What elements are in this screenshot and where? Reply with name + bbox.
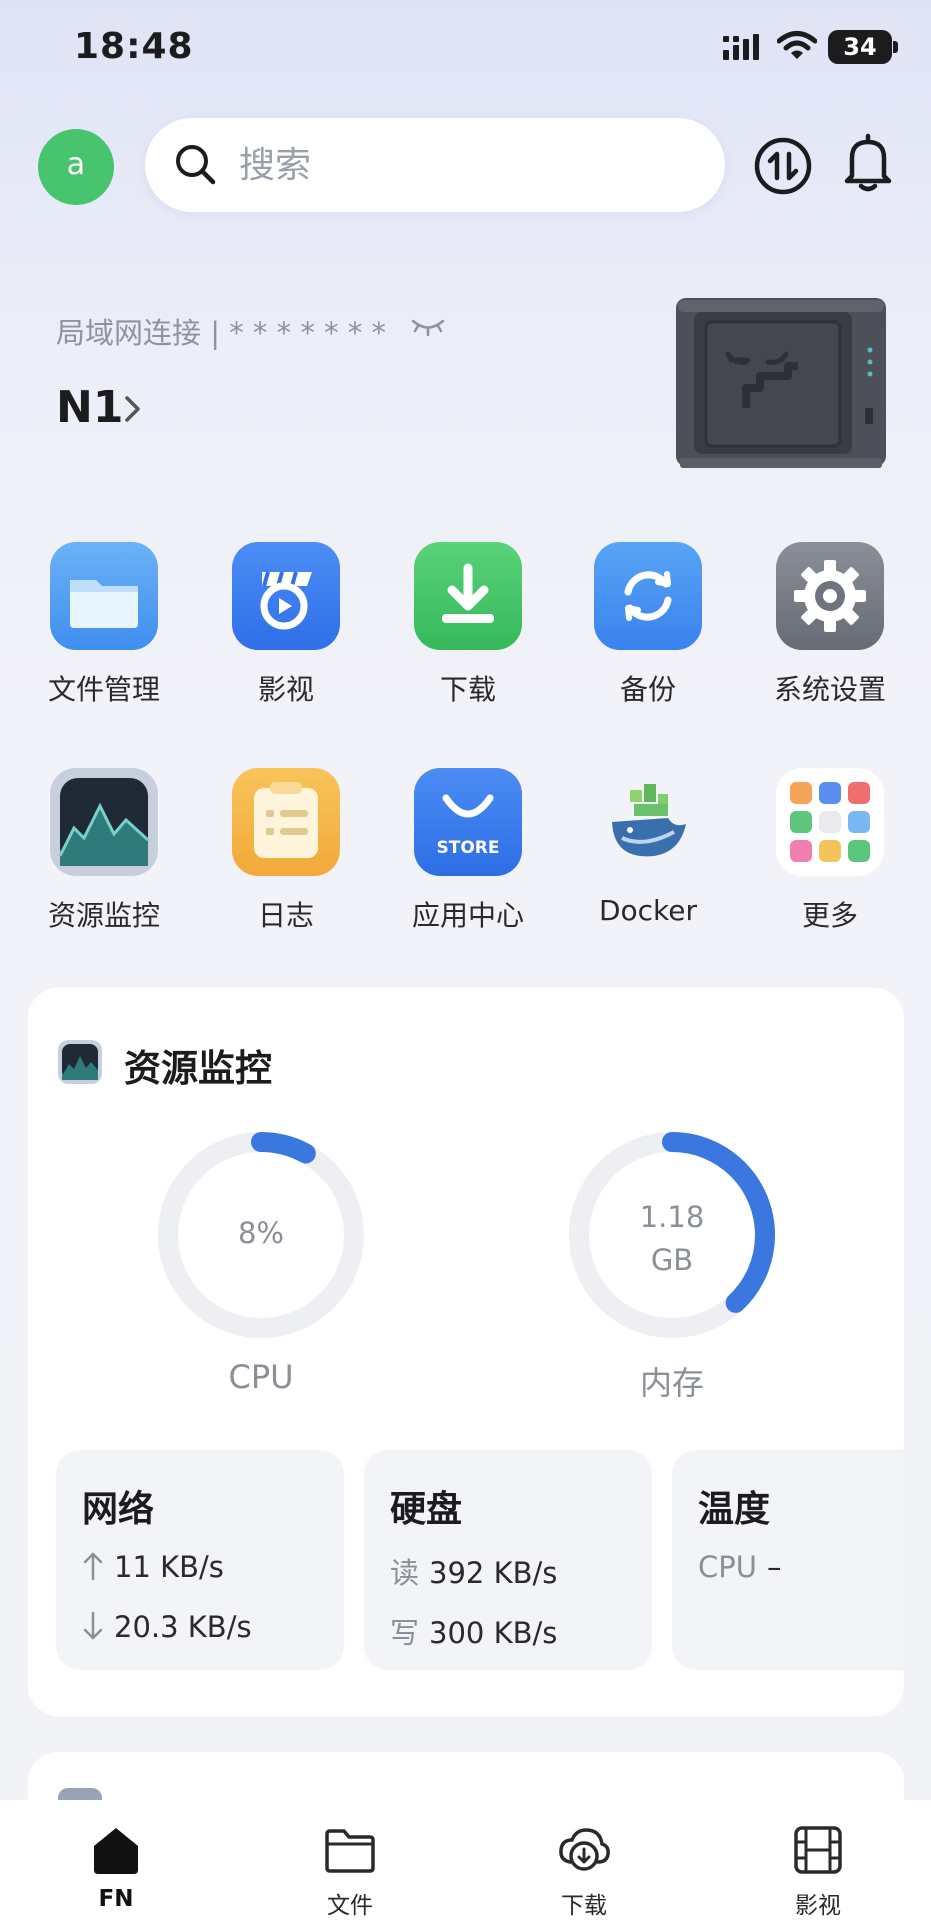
store-icon: STORE <box>414 768 522 876</box>
app-resource-monitor[interactable]: 资源监控 <box>24 768 184 934</box>
app-label: 日志 <box>257 899 314 932</box>
tab-files[interactable]: 文件 <box>280 1800 420 1920</box>
app-label: 更多 <box>801 899 858 932</box>
video-icon <box>232 542 340 650</box>
temperature-cpu-label: CPU <box>698 1550 757 1584</box>
cellular-signal-icon <box>723 34 759 60</box>
app-label: 影视 <box>257 673 314 706</box>
disk-write-prefix: 写 <box>390 1616 420 1650</box>
avatar[interactable]: a <box>38 129 114 205</box>
app-label: 下载 <box>439 673 496 706</box>
arrow-up-icon <box>83 1552 103 1581</box>
temperature-cpu-value: – <box>766 1550 782 1584</box>
temperature-tile[interactable]: 温度 CPU – <box>672 1450 904 1670</box>
status-time: 18:48 <box>74 26 194 67</box>
temperature-title: 温度 <box>698 1489 771 1530</box>
app-system-settings[interactable]: 系统设置 <box>750 542 910 708</box>
app-file-manager[interactable]: 文件管理 <box>24 542 184 708</box>
tab-label: 文件 <box>327 1893 373 1919</box>
more-grid-icon <box>776 768 884 876</box>
app-store[interactable]: STORE 应用中心 <box>388 768 548 934</box>
film-icon <box>794 1826 842 1874</box>
app-label: 备份 <box>619 673 676 706</box>
backup-icon <box>594 542 702 650</box>
battery-nub <box>893 41 898 53</box>
tab-fn[interactable]: FN <box>46 1800 186 1912</box>
memory-label: 内存 <box>639 1364 704 1402</box>
disk-read-value: 392 KB/s <box>429 1556 558 1590</box>
app-backup[interactable]: 备份 <box>568 542 728 708</box>
app-label: 系统设置 <box>773 673 886 706</box>
bell-icon[interactable] <box>836 130 900 194</box>
log-icon <box>232 768 340 876</box>
folder-icon <box>325 1829 375 1873</box>
gear-icon <box>776 542 884 650</box>
docker-whale-icon <box>594 768 702 876</box>
memory-gauge <box>569 1132 775 1338</box>
disk-write-value: 300 KB/s <box>429 1616 558 1650</box>
app-video[interactable]: 影视 <box>206 542 366 708</box>
app-label: 应用中心 <box>411 899 524 932</box>
tab-video[interactable]: 影视 <box>748 1800 888 1920</box>
store-badge-text: STORE <box>436 838 500 858</box>
download-circle-icon <box>559 1828 610 1871</box>
search-icon <box>176 145 216 185</box>
app-label: 资源监控 <box>47 899 160 932</box>
card-title: 资源监控 <box>124 1047 272 1090</box>
app-label: Docker <box>598 894 698 927</box>
network-upload-value: 11 KB/s <box>114 1550 224 1584</box>
network-upload-row: 11 KB/s <box>82 1550 224 1584</box>
memory-value-number: 1.18 <box>639 1200 705 1234</box>
cpu-label: CPU <box>228 1358 294 1396</box>
disk-title: 硬盘 <box>390 1489 463 1530</box>
network-title: 网络 <box>82 1489 155 1530</box>
temperature-cpu-row: CPU – <box>698 1550 781 1584</box>
tab-bar: FN 文件 下载 影视 <box>0 1800 931 1926</box>
monitor-chart-icon <box>50 768 158 876</box>
memory-value-unit: GB <box>650 1243 694 1277</box>
disk-tile[interactable]: 硬盘 读 392 KB/s 写 300 KB/s <box>364 1450 652 1670</box>
disk-write-row: 写 300 KB/s <box>390 1610 557 1652</box>
tab-label: 下载 <box>561 1893 607 1919</box>
disk-read-prefix: 读 <box>390 1556 420 1590</box>
network-download-value: 20.3 KB/s <box>114 1610 252 1644</box>
device-name[interactable]: N1 <box>56 382 123 433</box>
status-bar: 18:48 34 <box>0 0 931 100</box>
tab-download[interactable]: 下载 <box>514 1800 654 1920</box>
wifi-icon <box>777 31 817 59</box>
home-icon <box>94 1828 138 1874</box>
disk-read-row: 读 392 KB/s <box>390 1550 557 1592</box>
network-tile[interactable]: 网络 11 KB/s 20.3 KB/s <box>56 1450 344 1670</box>
resource-monitor-card[interactable]: 资源监控 8% CPU 1.18 GB 内存 网络 11 KB/s 20.3 K… <box>28 988 904 1716</box>
folder-icon <box>50 542 158 650</box>
monitor-chart-icon <box>58 1040 102 1084</box>
app-log[interactable]: 日志 <box>206 768 366 934</box>
hidden-eye-icon[interactable] <box>410 316 446 338</box>
network-download-row: 20.3 KB/s <box>82 1610 252 1644</box>
battery-indicator: 34 <box>828 30 892 64</box>
app-more[interactable]: 更多 <box>750 768 910 934</box>
transfer-icon[interactable] <box>751 134 815 198</box>
app-download[interactable]: 下载 <box>388 542 548 708</box>
connection-label: 局域网连接 | * * * * * * * <box>56 316 387 350</box>
nas-device-image <box>676 298 886 468</box>
cpu-value: 8% <box>237 1216 284 1250</box>
search-bar[interactable] <box>145 118 725 212</box>
arrow-down-icon <box>83 1611 103 1640</box>
app-docker[interactable]: Docker <box>568 768 728 927</box>
download-icon <box>414 542 522 650</box>
search-input[interactable] <box>239 140 679 190</box>
tab-label: 影视 <box>795 1893 841 1919</box>
tab-label: FN <box>98 1886 134 1912</box>
chevron-right-icon[interactable] <box>122 392 144 426</box>
app-label: 文件管理 <box>47 673 160 706</box>
